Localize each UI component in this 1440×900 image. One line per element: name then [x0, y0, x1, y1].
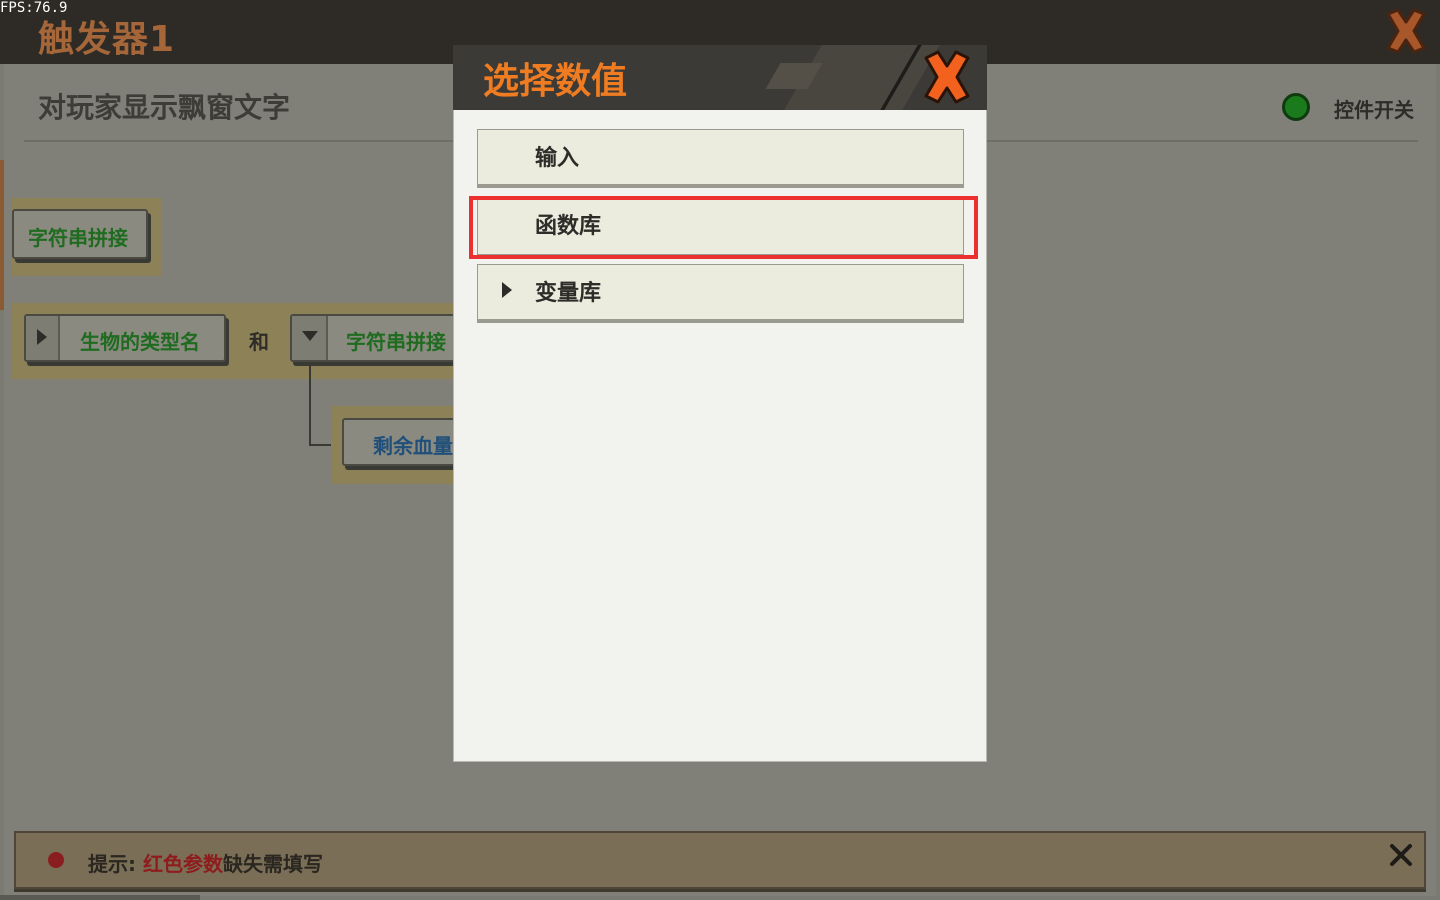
expand-arrow-icon: [502, 282, 512, 298]
concat-block-label: 字符串拼接: [28, 226, 128, 250]
close-x-icon: [924, 50, 970, 104]
header-decoration: [784, 45, 940, 110]
hint-text: 提示: 红色参数缺失需填写: [88, 848, 323, 877]
dialog-close-button[interactable]: [920, 48, 974, 106]
collapse-button[interactable]: [292, 316, 328, 360]
bottom-strip: [0, 895, 200, 900]
collapse-arrow-icon: [302, 331, 318, 341]
action-title: 对玩家显示飘窗文字: [38, 91, 291, 124]
hint-close-button[interactable]: [1388, 842, 1414, 868]
selection-highlight: [469, 196, 978, 259]
close-x-icon: [1386, 8, 1426, 54]
control-switch-toggle[interactable]: [1282, 93, 1310, 121]
concat-inner-label: 字符串拼接: [346, 330, 446, 354]
error-dot-icon: [48, 852, 64, 868]
remaining-hp-label: 剩余血量: [373, 434, 453, 458]
window-close-button[interactable]: [1382, 6, 1430, 56]
panel-edge: [0, 160, 4, 310]
expand-button[interactable]: [26, 316, 60, 360]
hint-red-params: 红色参数: [142, 852, 223, 876]
window-title: 触发器1: [38, 19, 176, 60]
hint-prefix: 提示:: [88, 852, 136, 876]
dialog-title: 选择数值: [483, 61, 628, 102]
tree-connector: [309, 364, 333, 446]
creature-type-label: 生物的类型名: [80, 330, 200, 354]
close-x-icon: [1390, 844, 1412, 866]
and-label: 和: [249, 330, 269, 354]
hint-suffix: 缺失需填写: [222, 852, 323, 876]
expand-arrow-icon: [37, 329, 47, 345]
option-input-label: 输入: [535, 146, 580, 171]
option-variable-library-label: 变量库: [535, 281, 602, 306]
control-switch-label: 控件开关: [1334, 98, 1414, 122]
